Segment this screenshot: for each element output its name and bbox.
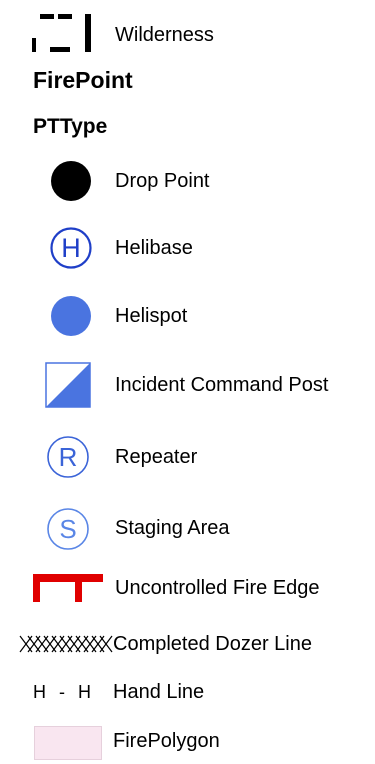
legend-label: Incident Command Post	[115, 374, 329, 396]
legend-label: Staging Area	[115, 517, 230, 539]
repeater-glyph: R	[59, 442, 78, 472]
legend-label: Helibase	[115, 237, 193, 259]
legend-item-hand-line: H - H Hand Line	[0, 680, 375, 720]
crosshatch-line-icon	[19, 635, 113, 653]
black-filled-circle-icon	[51, 161, 91, 201]
legend-item-incident-command-post: Incident Command Post	[0, 362, 375, 408]
h-dash-h-line-icon: H - H	[33, 682, 92, 702]
legend-item-wilderness: Wilderness	[0, 12, 375, 52]
red-edge-line-icon	[33, 574, 103, 602]
map-legend: Wilderness FirePoint PTType Drop Point H…	[0, 0, 375, 760]
circled-s-icon: S	[47, 508, 89, 550]
legend-label: Hand Line	[113, 681, 205, 703]
layer-title-firepoint: FirePoint	[33, 67, 133, 93]
blue-filled-circle-icon	[51, 296, 91, 336]
circled-r-icon: R	[47, 436, 89, 478]
pink-polygon-swatch-icon	[34, 726, 102, 760]
legend-item-completed-dozer-line: Completed Dozer Line	[0, 630, 375, 670]
legend-label: Wilderness	[115, 24, 214, 46]
circled-h-icon: H	[50, 227, 92, 269]
legend-label: Helispot	[115, 305, 188, 327]
half-filled-square-icon	[45, 362, 91, 408]
legend-item-drop-point: Drop Point	[0, 158, 375, 201]
legend-label: Completed Dozer Line	[113, 633, 312, 655]
staging-glyph: S	[59, 514, 76, 544]
legend-item-uncontrolled-fire-edge: Uncontrolled Fire Edge	[0, 572, 375, 612]
field-title-pttype: PTType	[33, 115, 108, 138]
legend-label: Uncontrolled Fire Edge	[115, 577, 320, 599]
helibase-glyph: H	[61, 233, 81, 263]
legend-item-repeater: R Repeater	[0, 434, 375, 478]
dashed-boundary-icon	[32, 14, 91, 52]
legend-item-helibase: H Helibase	[0, 226, 375, 269]
legend-label: Repeater	[115, 446, 198, 468]
legend-item-firepolygon: FirePolygon	[0, 724, 375, 764]
legend-label: FirePolygon	[113, 730, 220, 752]
legend-item-staging-area: S Staging Area	[0, 506, 375, 550]
legend-label: Drop Point	[115, 170, 210, 192]
legend-item-helispot: Helispot	[0, 294, 375, 336]
